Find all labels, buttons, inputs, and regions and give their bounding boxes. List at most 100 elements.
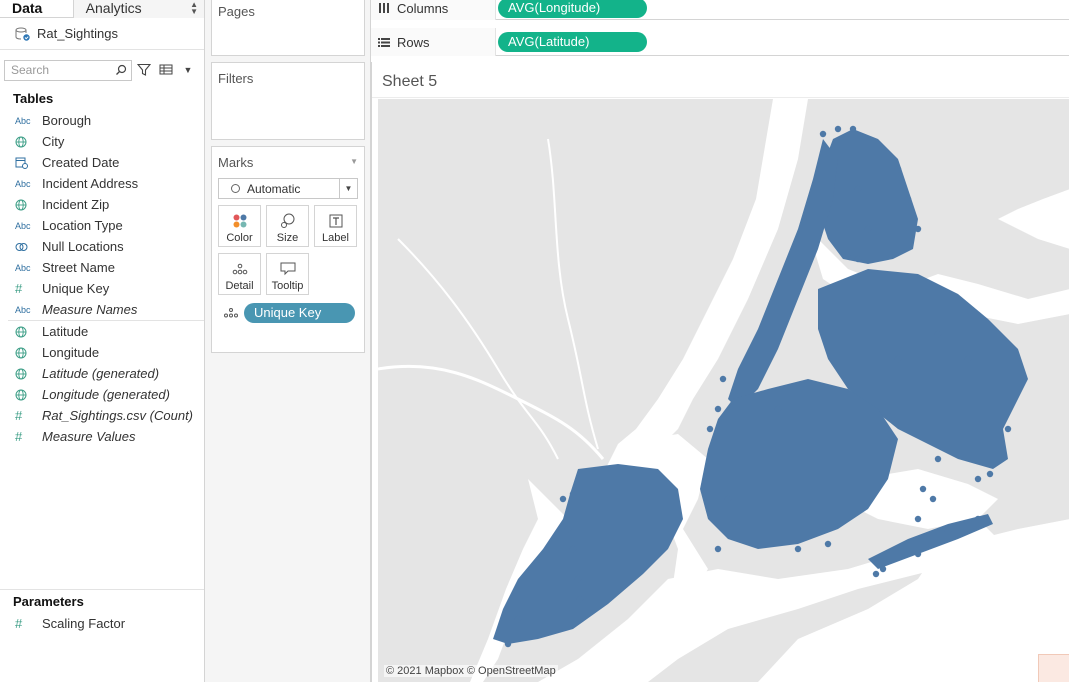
tab-scroll-arrows-icon[interactable]: ▲ ▼ <box>190 1 198 16</box>
filters-card-title: Filters <box>218 71 254 86</box>
rat-sighting-point[interactable] <box>914 550 922 558</box>
avg-latitude-pill[interactable]: AVG(Latitude) <box>498 32 647 52</box>
label-button[interactable]: Label <box>314 205 357 247</box>
rat-sighting-point[interactable] <box>504 640 512 648</box>
rat-sighting-point[interactable] <box>794 545 802 553</box>
field-incident-zip[interactable]: Incident Zip <box>0 194 204 215</box>
color-button-label: Color <box>226 232 253 244</box>
rat-sighting-point[interactable] <box>872 570 880 578</box>
sheet-title[interactable]: Sheet 5 <box>372 62 1069 98</box>
field-rat-sightings-csv-count[interactable]: # Rat_Sightings.csv (Count) <box>0 405 204 426</box>
rat-sighting-point[interactable] <box>574 575 582 583</box>
field-longitude[interactable]: Longitude <box>0 342 204 363</box>
rat-sighting-point[interactable] <box>706 425 714 433</box>
color-button[interactable]: Color <box>218 205 261 247</box>
tab-data[interactable]: Data <box>0 0 73 18</box>
rat-sighting-point[interactable] <box>569 545 577 553</box>
field-unique-key[interactable]: # Unique Key <box>0 278 204 299</box>
field-measure-names[interactable]: Abc Measure Names <box>0 299 204 320</box>
field-type-icon <box>15 136 42 148</box>
rat-sighting-point[interactable] <box>914 225 922 233</box>
field-incident-address[interactable]: Abc Incident Address <box>0 173 204 194</box>
search-box[interactable] <box>4 59 132 81</box>
field-latitude-generated[interactable]: Latitude (generated) <box>0 363 204 384</box>
rat-sighting-point[interactable] <box>564 525 572 533</box>
rat-sighting-point[interactable] <box>919 485 927 493</box>
rat-sighting-point[interactable] <box>974 475 982 483</box>
filter-icon[interactable] <box>134 60 154 80</box>
field-location-type[interactable]: Abc Location Type <box>0 215 204 236</box>
rat-sighting-point[interactable] <box>904 195 912 203</box>
rat-sighting-point[interactable] <box>854 185 862 193</box>
rat-sighting-point[interactable] <box>714 405 722 413</box>
rows-shelf[interactable]: Rows AVG(Latitude) <box>371 28 1069 56</box>
rat-sighting-point[interactable] <box>849 125 857 133</box>
rat-sighting-point[interactable] <box>929 495 937 503</box>
number-type-icon: # <box>15 429 23 444</box>
string-type-icon: Abc <box>15 262 31 273</box>
field-city[interactable]: City <box>0 131 204 152</box>
datasource-item[interactable]: Rat_Sightings <box>0 18 204 50</box>
search-row: ▼ <box>0 50 204 90</box>
rat-sighting-point[interactable] <box>864 225 872 233</box>
field-longitude-generated[interactable]: Longitude (generated) <box>0 384 204 405</box>
rat-sighting-point[interactable] <box>834 125 842 133</box>
chevron-down-icon[interactable]: ▼ <box>339 179 357 198</box>
field-measure-values[interactable]: # Measure Values <box>0 426 204 447</box>
parameters-section: Parameters # Scaling Factor <box>0 589 204 634</box>
pages-card[interactable]: Pages <box>211 0 365 56</box>
map-attribution[interactable]: © 2021 Mapbox © OpenStreetMap <box>384 665 558 677</box>
unique-key-pill[interactable]: Unique Key <box>244 303 355 323</box>
field-street-name[interactable]: Abc Street Name <box>0 257 204 278</box>
chevron-down-icon[interactable]: ▼ <box>178 60 198 80</box>
field-name: Borough <box>42 113 92 128</box>
tab-analytics[interactable]: Analytics ▲ ▼ <box>72 0 204 18</box>
rat-sighting-point[interactable] <box>944 527 952 535</box>
view-list-icon[interactable] <box>156 60 176 80</box>
rat-sighting-point[interactable] <box>774 405 782 413</box>
rat-sighting-point[interactable] <box>894 355 902 363</box>
cards-column: Pages Filters Marks ▼ Automatic ▼ Color <box>205 0 371 682</box>
filters-card[interactable]: Filters <box>211 62 365 140</box>
rat-sighting-point[interactable] <box>986 470 994 478</box>
rat-sighting-point[interactable] <box>514 615 522 623</box>
rat-sighting-point[interactable] <box>974 515 982 523</box>
rat-sighting-point[interactable] <box>844 250 852 258</box>
rat-sighting-point[interactable] <box>719 375 727 383</box>
columns-shelf[interactable]: Columns AVG(Longitude) <box>371 0 1069 20</box>
field-null-locations[interactable]: Null Locations <box>0 236 204 257</box>
size-button[interactable]: Size <box>266 205 309 247</box>
marks-card-menu-icon[interactable]: ▼ <box>350 157 358 166</box>
rat-sighting-point[interactable] <box>934 455 942 463</box>
rat-sighting-point[interactable] <box>934 330 942 338</box>
field-created-date[interactable]: Created Date <box>0 152 204 173</box>
field-latitude[interactable]: Latitude <box>0 321 204 342</box>
field-name: Measure Values <box>42 429 136 444</box>
rat-sighting-point[interactable] <box>724 495 732 503</box>
tooltip-button-label: Tooltip <box>271 280 304 292</box>
pane-tabs: Data Analytics ▲ ▼ <box>0 0 204 18</box>
tooltip-icon <box>280 259 296 279</box>
field-scaling-factor[interactable]: # Scaling Factor <box>0 613 204 634</box>
detail-button[interactable]: Detail <box>218 253 261 295</box>
avg-longitude-pill[interactable]: AVG(Longitude) <box>498 0 647 18</box>
size-icon <box>280 211 296 231</box>
rat-sighting-point[interactable] <box>576 595 584 603</box>
search-input[interactable] <box>11 63 111 77</box>
rat-sighting-point[interactable] <box>894 165 902 173</box>
rat-sighting-point[interactable] <box>854 255 862 263</box>
mark-type-dropdown[interactable]: Automatic ▼ <box>218 178 358 199</box>
rat-sighting-point[interactable] <box>559 495 567 503</box>
rat-sighting-point[interactable] <box>819 130 827 138</box>
rat-sighting-point[interactable] <box>879 565 887 573</box>
field-borough[interactable]: Abc Borough <box>0 110 204 131</box>
rat-sighting-point[interactable] <box>914 515 922 523</box>
rat-sighting-point[interactable] <box>1004 425 1012 433</box>
rat-sighting-point[interactable] <box>569 490 577 498</box>
map-canvas[interactable] <box>378 99 1069 682</box>
rat-sighting-point[interactable] <box>714 545 722 553</box>
map-view[interactable]: © 2021 Mapbox © OpenStreetMap <box>378 99 1069 682</box>
rat-sighting-point[interactable] <box>964 355 972 363</box>
tooltip-button[interactable]: Tooltip <box>266 253 309 295</box>
rat-sighting-point[interactable] <box>824 540 832 548</box>
